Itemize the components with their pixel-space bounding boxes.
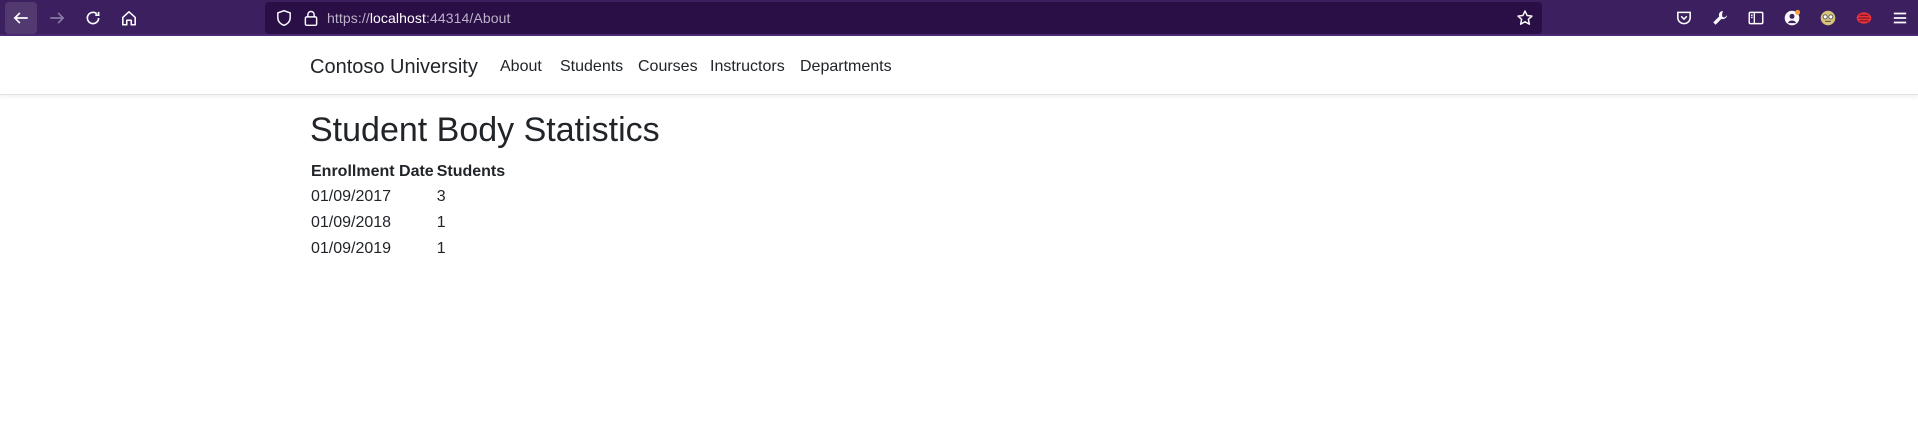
student-count-cell: 1 [436, 240, 446, 257]
student-count-cell: 3 [436, 188, 446, 205]
back-button[interactable] [5, 2, 37, 34]
browser-toolbar: https://localhost:44314/About [0, 0, 1918, 36]
forward-button[interactable] [41, 2, 73, 34]
extension-red-button[interactable] [1853, 7, 1875, 29]
table-header-row: Enrollment Date Students [310, 160, 507, 184]
url-text[interactable]: https://localhost:44314/About [327, 10, 510, 26]
reload-icon [86, 11, 100, 25]
address-bar[interactable]: https://localhost:44314/About [265, 2, 1542, 34]
enrollment-date-cell: 01/09/2019 [311, 240, 392, 257]
column-header-enrollment-date: Enrollment Date [311, 163, 434, 180]
table-row: 01/09/2018 1 [310, 210, 507, 236]
account-button[interactable] [1781, 7, 1803, 29]
wrench-icon [1713, 11, 1727, 25]
url-path: :44314/About [425, 10, 511, 26]
menu-button[interactable] [1889, 7, 1911, 29]
nav-courses[interactable]: Courses [638, 58, 698, 76]
extension-red-icon [1856, 12, 1872, 24]
site-navbar: Contoso University About Students Course… [0, 36, 1918, 95]
nav-students[interactable]: Students [560, 58, 623, 76]
table-row: 01/09/2017 3 [310, 184, 507, 210]
bookmark-star-icon[interactable] [1516, 9, 1534, 27]
reload-button[interactable] [77, 2, 109, 34]
sidebar-button[interactable] [1745, 7, 1767, 29]
extension-face-icon [1820, 10, 1836, 26]
sidebar-icon [1748, 11, 1764, 25]
home-button[interactable] [113, 2, 145, 34]
brand-link[interactable]: Contoso University [310, 56, 478, 79]
student-count-cell: 1 [436, 214, 446, 231]
statistics-table: Enrollment Date Students 01/09/2017 3 01… [310, 160, 507, 262]
arrow-left-icon [13, 12, 28, 24]
enrollment-date-cell: 01/09/2018 [311, 214, 392, 231]
lock-icon[interactable] [302, 9, 320, 27]
nav-instructors[interactable]: Instructors [710, 58, 785, 76]
url-host: localhost [369, 10, 426, 26]
shield-icon[interactable] [275, 9, 293, 27]
table-row: 01/09/2019 1 [310, 236, 507, 262]
nav-about[interactable]: About [500, 58, 542, 76]
nav-departments[interactable]: Departments [800, 58, 892, 76]
page-title: Student Body Statistics [310, 111, 660, 149]
home-icon [122, 11, 136, 26]
enrollment-date-cell: 01/09/2017 [311, 188, 392, 205]
account-icon [1784, 9, 1801, 26]
url-scheme: https:// [327, 10, 370, 26]
column-header-students: Students [436, 163, 506, 180]
pocket-icon [1677, 11, 1691, 25]
tools-button[interactable] [1709, 7, 1731, 29]
extension-button[interactable] [1817, 7, 1839, 29]
hamburger-menu-icon [1893, 12, 1907, 24]
arrow-right-icon [50, 12, 65, 24]
pocket-button[interactable] [1673, 7, 1695, 29]
